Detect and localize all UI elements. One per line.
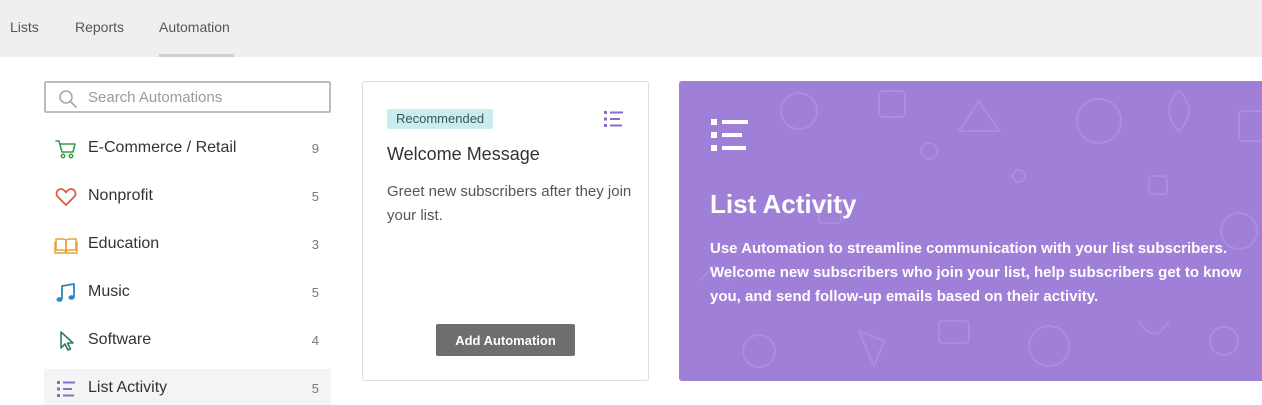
category-hero: List Activity Use Automation to streamli… <box>679 81 1262 381</box>
search-input[interactable] <box>88 87 318 107</box>
card-title: Welcome Message <box>387 144 540 164</box>
active-tab-indicator <box>159 54 234 57</box>
sidebar-item-label: Software <box>88 331 152 348</box>
sidebar-item-count: 4 <box>311 333 319 348</box>
book-icon <box>54 238 78 254</box>
sidebar-item-label: List Activity <box>88 379 168 396</box>
tab-reports[interactable]: Reports <box>75 0 124 57</box>
list-icon <box>604 111 623 127</box>
sidebar-item-list-activity[interactable]: List Activity 5 <box>44 369 331 405</box>
sidebar-item-label: Music <box>88 283 130 300</box>
sidebar-item-count: 5 <box>311 381 319 396</box>
add-automation-button[interactable]: Add Automation <box>436 324 575 356</box>
sidebar-item-label: E-Commerce / Retail <box>88 139 237 156</box>
tab-label: Reports <box>75 19 125 35</box>
list-icon <box>57 381 75 397</box>
hero-title: List Activity <box>710 189 857 219</box>
hero-description: Use Automation to streamline communicati… <box>710 240 1242 305</box>
sidebar-item-label: Education <box>88 235 160 252</box>
search-icon <box>59 90 77 108</box>
sidebar-item-count: 5 <box>311 285 319 300</box>
sidebar-item-software[interactable]: Software 4 <box>44 321 331 361</box>
recommended-badge: Recommended <box>387 109 494 129</box>
sidebar-item-count: 9 <box>311 141 319 156</box>
sidebar-item-music[interactable]: Music 5 <box>44 273 331 313</box>
background-pattern <box>698 90 1262 369</box>
shopping-cart-icon <box>55 140 76 159</box>
list-icon <box>711 119 748 151</box>
sidebar-item-nonprofit[interactable]: Nonprofit 5 <box>44 177 331 217</box>
music-note-icon <box>56 283 75 302</box>
tab-label: Lists <box>10 19 39 35</box>
sidebar-item-label: Nonprofit <box>88 187 153 204</box>
tab-label: Automation <box>159 19 230 35</box>
sidebar-item-ecommerce[interactable]: E-Commerce / Retail 9 <box>44 129 331 169</box>
automation-card: Recommended Welcome Message Greet new su… <box>362 81 649 381</box>
search-box <box>44 81 331 113</box>
sidebar-item-education[interactable]: Education 3 <box>44 225 331 265</box>
heart-icon <box>55 188 77 206</box>
tab-automation[interactable]: Automation <box>159 0 234 57</box>
card-description: Greet new subscribers after they join yo… <box>387 183 632 224</box>
sidebar-item-count: 3 <box>311 237 319 252</box>
sidebar-item-count: 5 <box>311 189 319 204</box>
top-nav: Lists Reports Automation <box>0 0 1262 57</box>
cursor-icon <box>60 331 74 351</box>
tab-lists[interactable]: Lists <box>10 0 39 57</box>
